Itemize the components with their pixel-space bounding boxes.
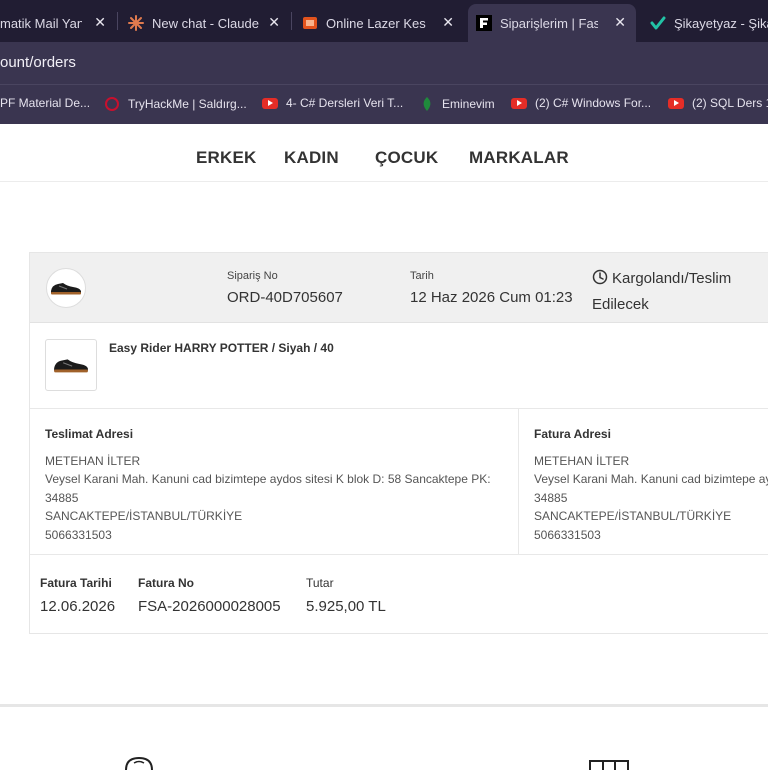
tab-sikayetyaz[interactable]: Şikayetyaz - Şikay bbox=[646, 4, 768, 42]
shoe-icon bbox=[54, 359, 88, 373]
tab-title: Şikayetyaz - Şikay bbox=[674, 15, 768, 31]
item-thumbnail[interactable] bbox=[45, 339, 97, 391]
close-icon[interactable]: ✕ bbox=[94, 14, 106, 31]
url-text[interactable]: ount/orders bbox=[0, 54, 76, 71]
order-status-text: Kargolandı/Teslim Edilecek bbox=[592, 270, 732, 313]
close-icon[interactable]: ✕ bbox=[614, 14, 626, 31]
billing-city: SANCAKTEPE/İSTANBUL/TÜRKİYE bbox=[534, 509, 732, 524]
bookmark-label: Eminevim bbox=[442, 97, 495, 111]
billing-phone: 5066331503 bbox=[534, 527, 601, 542]
item-name[interactable]: Easy Rider HARRY POTTER / Siyah / 40 bbox=[109, 341, 334, 355]
billing-name: METEHAN İLTER bbox=[534, 453, 630, 468]
tab-orders[interactable]: Siparişlerim | Fast ✕ bbox=[468, 4, 636, 42]
tab-lazer[interactable]: Online Lazer Kesim ✕ bbox=[302, 4, 460, 42]
bookmarks-bar: PF Material De... TryHackMe | Saldırg...… bbox=[0, 84, 768, 124]
bookmark-sql-ders[interactable]: (2) SQL Ders 1 bbox=[668, 96, 768, 110]
fast-icon bbox=[476, 15, 492, 31]
claude-icon bbox=[128, 15, 144, 31]
billing-line2: 34885 bbox=[534, 490, 568, 505]
nav-cocuk[interactable]: ÇOCUK bbox=[375, 148, 438, 168]
browser-tab-bar: matik Mail Yan ✕ New chat - Claude ✕ Onl… bbox=[0, 0, 768, 42]
address-divider bbox=[518, 409, 519, 555]
shipping-phone: 5066331503 bbox=[45, 527, 112, 542]
invoice-total: 5.925,00 TL bbox=[306, 598, 386, 615]
tab-title: New chat - Claude bbox=[152, 15, 259, 31]
bookmark-label: TryHackMe | Saldırg... bbox=[128, 97, 247, 111]
address-section: Teslimat Adresi METEHAN İLTER Veysel Kar… bbox=[30, 409, 768, 555]
gear-icon bbox=[122, 756, 156, 775]
shipping-name: METEHAN İLTER bbox=[45, 453, 141, 468]
bookmark-label: PF Material De... bbox=[0, 96, 91, 110]
order-no: ORD-40D705607 bbox=[227, 289, 343, 306]
invoice-date-label: Fatura Tarihi bbox=[40, 576, 112, 590]
eminevim-icon bbox=[420, 96, 434, 112]
bookmark-csharp-dersleri[interactable]: 4- C# Dersleri Veri T... bbox=[262, 96, 403, 110]
bookmark-tryhackme[interactable]: TryHackMe | Saldırg... bbox=[104, 96, 247, 112]
lazer-icon bbox=[302, 15, 318, 31]
order-date-label: Tarih bbox=[410, 270, 434, 282]
youtube-icon bbox=[262, 97, 278, 109]
tab-separator bbox=[291, 12, 292, 30]
invoice-no-label: Fatura No bbox=[138, 576, 195, 590]
nav-markalar[interactable]: MARKALAR bbox=[469, 148, 569, 168]
tab-mail[interactable]: matik Mail Yan ✕ bbox=[0, 4, 112, 42]
clock-icon bbox=[592, 269, 608, 293]
invoice-section: Fatura Tarihi 12.06.2026 Fatura No FSA-2… bbox=[30, 555, 768, 635]
close-icon[interactable]: ✕ bbox=[442, 14, 454, 31]
shoe-icon bbox=[51, 283, 81, 295]
shipping-address: Teslimat Adresi METEHAN İLTER Veysel Kar… bbox=[45, 425, 505, 545]
sikayetyaz-icon bbox=[650, 15, 666, 31]
bookmark-label: (2) C# Windows For... bbox=[535, 96, 652, 110]
shipping-title: Teslimat Adresi bbox=[45, 427, 134, 441]
tryhackme-icon bbox=[104, 96, 120, 112]
site-navigation: ERKEK KADIN ÇOCUK MARKALAR bbox=[0, 124, 768, 182]
address-bar[interactable]: ount/orders bbox=[0, 42, 768, 84]
tab-separator bbox=[117, 12, 118, 30]
shipping-line1: Veysel Karani Mah. Kanuni cad bizimtepe … bbox=[45, 472, 491, 487]
box-icon bbox=[589, 756, 629, 775]
bookmark-pf-material[interactable]: PF Material De... bbox=[0, 96, 90, 110]
order-status: Kargolandı/Teslim Edilecek bbox=[592, 267, 768, 317]
youtube-icon bbox=[511, 97, 527, 109]
billing-title: Fatura Adresi bbox=[534, 427, 611, 441]
youtube-icon bbox=[668, 97, 684, 109]
bookmark-label: 4- C# Dersleri Veri T... bbox=[286, 96, 404, 110]
order-item: Easy Rider HARRY POTTER / Siyah / 40 bbox=[30, 323, 768, 409]
shipping-line2: 34885 bbox=[45, 490, 79, 505]
close-icon[interactable]: ✕ bbox=[268, 14, 280, 31]
tab-claude[interactable]: New chat - Claude ✕ bbox=[128, 4, 286, 42]
order-date: 12 Haz 2026 Cum 01:23 bbox=[410, 289, 573, 306]
tab-title: matik Mail Yan bbox=[0, 15, 82, 31]
invoice-total-label: Tutar bbox=[306, 576, 334, 590]
order-card: Sipariş No ORD-40D705607 Tarih 12 Haz 20… bbox=[29, 252, 768, 634]
billing-address: Fatura Adresi METEHAN İLTER Veysel Karan… bbox=[534, 425, 768, 545]
tab-title: Siparişlerim | Fast bbox=[500, 15, 598, 31]
bookmark-label: (2) SQL Ders 1 bbox=[692, 96, 768, 110]
bookmark-csharp-windows[interactable]: (2) C# Windows For... bbox=[511, 96, 651, 110]
shipping-city: SANCAKTEPE/İSTANBUL/TÜRKİYE bbox=[45, 509, 243, 524]
footer-divider bbox=[0, 704, 768, 707]
bookmark-eminevim[interactable]: Eminevim bbox=[420, 96, 495, 112]
product-thumbnail bbox=[46, 268, 86, 308]
nav-erkek[interactable]: ERKEK bbox=[196, 148, 257, 168]
nav-kadin[interactable]: KADIN bbox=[284, 148, 339, 168]
tab-title: Online Lazer Kesim bbox=[326, 15, 426, 31]
invoice-no: FSA-2026000028005 bbox=[138, 598, 281, 615]
order-header: Sipariş No ORD-40D705607 Tarih 12 Haz 20… bbox=[30, 253, 768, 323]
invoice-date: 12.06.2026 bbox=[40, 598, 116, 615]
order-no-label: Sipariş No bbox=[227, 270, 278, 282]
billing-line1: Veysel Karani Mah. Kanuni cad bizimtepe … bbox=[534, 472, 768, 487]
